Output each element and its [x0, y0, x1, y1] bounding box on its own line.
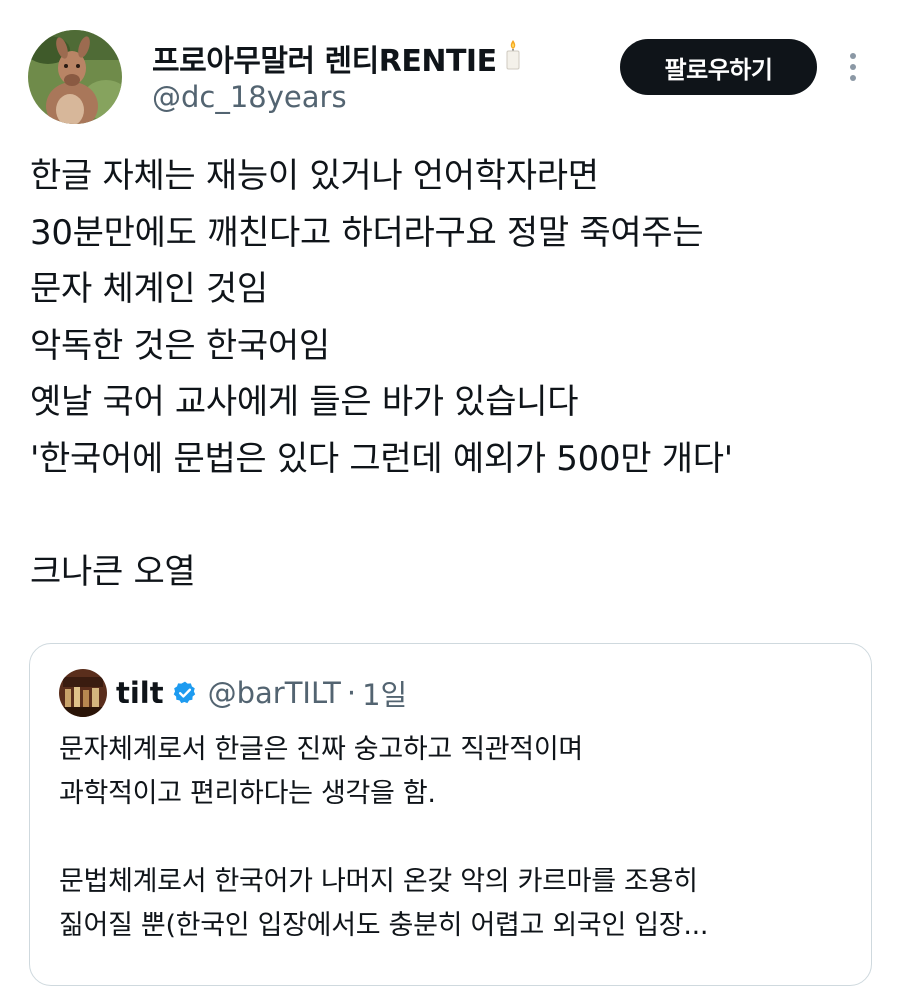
- more-options-icon[interactable]: [838, 47, 868, 87]
- dot: [850, 64, 856, 70]
- tweet-line: 30분만에도 깨친다고 하더라구요 정말 죽여주는: [30, 212, 704, 253]
- quote-text: 문자체계로서 한글은 진짜 숭고하고 직관적이며 과학적이고 편리하다는 생각을…: [59, 728, 859, 948]
- tweet-line: 옛날 국어 교사에게 들은 바가 있습니다: [30, 382, 579, 422]
- quote-author-handle[interactable]: @barTILT: [208, 676, 341, 710]
- quote-author-name[interactable]: tilt: [116, 676, 164, 710]
- kangaroo-avatar-image: [28, 30, 122, 124]
- display-name-text: 프로아무말러 렌티RENTIE: [152, 44, 497, 79]
- tweet-line: 한글 자체는 재능이 있거나 언어학자라면: [30, 156, 599, 196]
- quote-line: 과학적이고 편리하다는 생각을 함.: [59, 778, 436, 809]
- follow-button[interactable]: 팔로우하기: [620, 39, 817, 95]
- candle-icon: [503, 38, 523, 78]
- quote-avatar-image: [59, 669, 107, 717]
- dot: [850, 75, 856, 81]
- dot: [850, 53, 856, 59]
- quote-author-avatar[interactable]: [59, 669, 107, 717]
- tweet-text: 한글 자체는 재능이 있거나 언어학자라면 30분만에도 깨친다고 하더라구요 …: [30, 148, 880, 600]
- tweet-line: 크나큰 오열: [30, 551, 196, 592]
- quote-line: 문법체계로서 한국어가 나머지 온갖 악의 카르마를 조용히: [59, 866, 698, 897]
- author-display-name[interactable]: 프로아무말러 렌티RENTIE: [152, 36, 523, 80]
- quote-timestamp[interactable]: 1일: [362, 672, 407, 714]
- verified-badge-icon: [172, 680, 198, 706]
- author-handle[interactable]: @dc_18years: [152, 80, 347, 114]
- tweet-line: '한국어에 문법은 있다 그런데 예외가 500만 개다': [30, 438, 733, 479]
- quote-line: 짊어질 뿐(한국인 입장에서도 충분히 어렵고 외국인 입장...: [59, 910, 709, 941]
- quote-line: 문자체계로서 한글은 진짜 숭고하고 직관적이며: [59, 734, 583, 765]
- quoted-tweet-card[interactable]: tilt @barTILT · 1일 문자체계로서 한글은 진짜 숭고하고 직관…: [29, 643, 872, 986]
- tweet-line: 악독한 것은 한국어임: [30, 325, 330, 366]
- quote-header: tilt @barTILT · 1일: [116, 672, 407, 714]
- quote-line-blank: [59, 816, 859, 860]
- separator-dot: ·: [346, 676, 357, 710]
- tweet-line: 문자 체계인 것임: [30, 269, 268, 309]
- author-avatar[interactable]: [28, 30, 122, 124]
